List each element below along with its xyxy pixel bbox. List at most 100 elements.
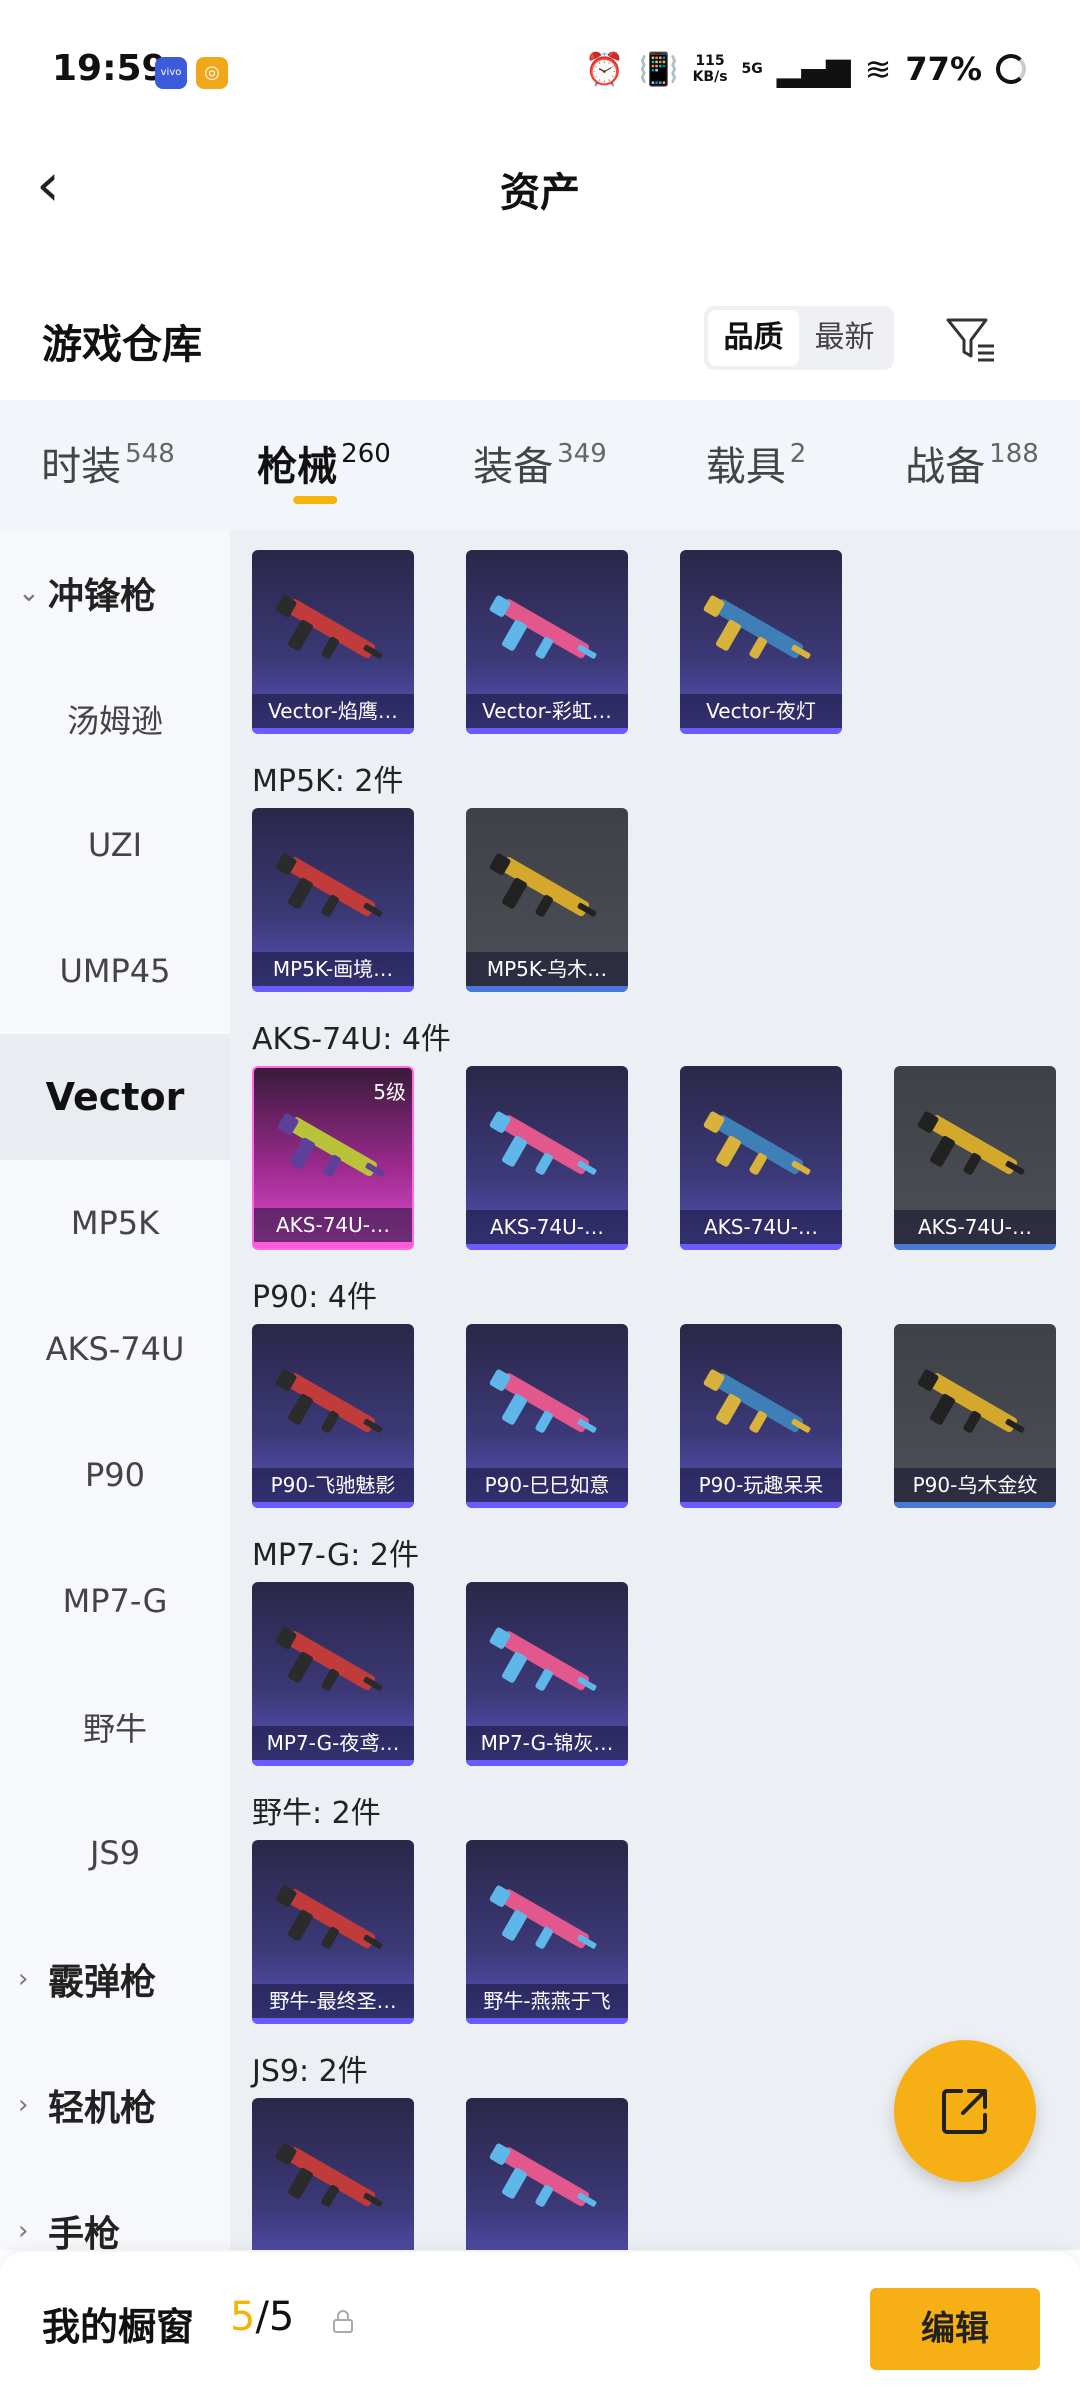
skin-card[interactable]: MP5K-乌木… [466,808,628,992]
rarity-bar [466,1502,628,1508]
skin-card[interactable]: AKS-74U-… [894,1066,1056,1250]
tab-supplies[interactable]: 战备 188 [864,400,1080,530]
filter-icon[interactable] [940,310,1000,370]
wifi-icon: ≋ [864,50,892,88]
tab-equipment[interactable]: 装备 349 [432,400,648,530]
skin-card[interactable]: MP7-G-夜鸢… [252,1582,414,1766]
notification-app-icon: ◎ [196,57,228,89]
skin-name: AKS-74U-… [466,1210,628,1244]
skin-card[interactable]: Vector-焰鹰… [252,550,414,734]
sidebar-item-js9[interactable]: JS9 [0,1790,230,1916]
sidebar-item-ump45[interactable]: UMP45 [0,908,230,1034]
gun-skin-image [917,1369,1025,1433]
skin-name: P90-飞驰魅影 [252,1468,414,1502]
skin-card[interactable]: P90-巳巳如意 [466,1324,628,1508]
sort-quality-button[interactable]: 品质 [708,310,799,366]
page-title: 资产 [500,170,580,216]
gun-skin-image [489,1369,597,1433]
rarity-bar [252,1502,414,1508]
sidebar-group-lmg[interactable]: › 轻机枪 [0,2042,230,2168]
skin-card[interactable]: P90-玩趣呆呆 [680,1324,842,1508]
skin-card[interactable]: 5级 AKS-74U-… [252,1066,414,1250]
skin-card[interactable]: 野牛-燕燕于飞 [466,1840,628,2024]
tab-vehicles[interactable]: 载具 2 [648,400,864,530]
showcase-bar: 我的橱窗 5/5 编辑 [0,2252,1080,2400]
sidebar-item-vector[interactable]: Vector [0,1034,230,1160]
skin-row: 5级 AKS-74U-… AKS-74U-… AKS-74U-… AKS-74U-… [252,1066,1056,1250]
share-external-icon [942,2089,987,2134]
gun-skin-image [277,1113,385,1177]
skin-name: AKS-74U-… [680,1210,842,1244]
rarity-bar [466,1244,628,1250]
skin-card[interactable]: MP5K-画境… [252,808,414,992]
sidebar-group-smg[interactable]: ⌄ 冲锋枪 [0,530,230,656]
gun-skin-image [489,1885,597,1949]
gun-skin-image [275,853,383,917]
skin-name: AKS-74U-… [894,1210,1056,1244]
rarity-bar [680,1502,842,1508]
skin-card[interactable]: Vector-彩虹… [466,550,628,734]
skin-card[interactable]: Vector-夜灯 [680,550,842,734]
skin-name: Vector-彩虹… [466,694,628,728]
lock-icon [333,2310,353,2333]
section-label: AKS-74U: 4件 [252,1022,451,1057]
signal-icon: ▂▄▆ [776,50,851,88]
skin-row: Vector-焰鹰… Vector-彩虹… Vector-夜灯 [252,550,842,734]
skin-card[interactable]: AKS-74U-… [680,1066,842,1250]
sidebar-item-thompson[interactable]: 汤姆逊 [0,656,230,782]
skin-card[interactable]: 野牛-最终圣… [252,1840,414,2024]
skin-row [252,2098,628,2250]
section-label: P90: 4件 [252,1280,377,1315]
skin-row: 野牛-最终圣… 野牛-燕燕于飞 [252,1840,628,2024]
rarity-bar [254,1242,412,1248]
skin-card[interactable]: MP7-G-锦灰… [466,1582,628,1766]
skin-name: Vector-焰鹰… [252,694,414,728]
sort-latest-button[interactable]: 最新 [799,310,890,366]
sidebar-group-shotgun[interactable]: › 霰弹枪 [0,1916,230,2042]
sidebar-item-uzi[interactable]: UZI [0,782,230,908]
rarity-bar [252,2018,414,2024]
alarm-icon: ⏰ [584,50,625,88]
skin-card[interactable] [252,2098,414,2250]
battery-percent: 77% [905,50,982,88]
gun-skin-image [489,595,597,659]
rarity-bar [252,986,414,992]
tab-fashion[interactable]: 时装 548 [0,400,216,530]
gun-skin-image [703,1111,811,1175]
sidebar-item-bizon[interactable]: 野牛 [0,1664,230,1790]
rarity-bar [466,2018,628,2024]
battery-ring-icon [996,54,1026,84]
sort-toggle: 品质 最新 [704,306,894,370]
section-label: 野牛: 2件 [252,1796,381,1831]
skin-name: MP5K-画境… [252,952,414,986]
category-tabs: 时装 548 枪械 260 装备 349 载具 2 战备 188 [0,400,1080,530]
network-speed: 115 KB/s [692,53,728,85]
skin-card[interactable] [466,2098,628,2250]
sidebar-item-mp7g[interactable]: MP7-G [0,1538,230,1664]
skin-row: MP5K-画境… MP5K-乌木… [252,808,628,992]
vivo-app-icon: vivo [155,57,187,89]
skin-card[interactable]: AKS-74U-… [466,1066,628,1250]
skin-name: Vector-夜灯 [680,694,842,728]
skin-row: P90-飞驰魅影 P90-巳巳如意 P90-玩趣呆呆 P90-乌木金纹 [252,1324,1056,1508]
rarity-bar [466,1760,628,1766]
sidebar-item-p90[interactable]: P90 [0,1412,230,1538]
edit-button[interactable]: 编辑 [870,2288,1040,2370]
gun-skin-image [275,1369,383,1433]
warehouse-title: 游戏仓库 [42,322,202,368]
skin-card[interactable]: P90-飞驰魅影 [252,1324,414,1508]
sidebar-item-aks74u[interactable]: AKS-74U [0,1286,230,1412]
sidebar-item-mp5k[interactable]: MP5K [0,1160,230,1286]
skin-name: 野牛-最终圣… [252,1984,414,2018]
rarity-bar [252,728,414,734]
section-label: JS9: 2件 [252,2054,368,2089]
sidebar-group-pistol[interactable]: › 手枪 [0,2168,230,2250]
tab-guns[interactable]: 枪械 260 [216,400,432,530]
skin-card[interactable]: P90-乌木金纹 [894,1324,1056,1508]
showcase-count: 5/5 [230,2294,295,2340]
network-type: 5G [741,61,763,77]
showcase-title: 我的橱窗 [42,2305,195,2349]
gun-skin-image [917,1111,1025,1175]
chevron-right-icon: › [18,2216,29,2246]
share-button[interactable] [894,2040,1036,2182]
